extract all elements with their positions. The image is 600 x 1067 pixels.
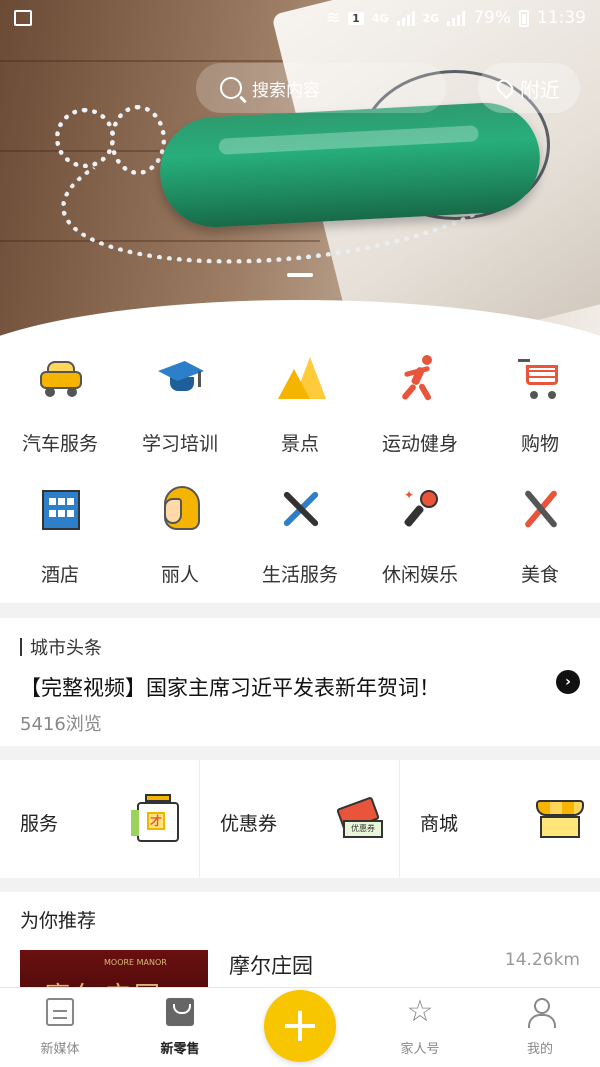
shop-icon xyxy=(534,794,586,846)
clock: 11:39 xyxy=(537,8,586,28)
place-name[interactable]: 摩尔庄园 xyxy=(229,950,313,980)
view-count: 5416浏览 xyxy=(20,714,102,735)
category-attractions[interactable]: 景点 xyxy=(240,345,360,465)
shortcut-label: 服务 xyxy=(20,813,59,835)
mountain-icon xyxy=(278,355,326,401)
user-icon xyxy=(526,998,556,1028)
place-distance: 14.26km xyxy=(504,950,580,970)
nearby-label: 附近 xyxy=(520,77,560,102)
microphone-icon: ✦ xyxy=(398,486,444,532)
sim-badge: 1 xyxy=(348,11,364,25)
category-shopping[interactable]: 购物 xyxy=(480,345,600,465)
coupon-icon: 优惠券 xyxy=(333,794,385,846)
network-type-2: 2G xyxy=(422,11,440,25)
category-label: 学习培训 xyxy=(141,433,218,455)
pendant-loop xyxy=(55,108,115,168)
tab-new-media[interactable]: 新媒体 xyxy=(0,988,120,1067)
category-fitness[interactable]: 运动健身 xyxy=(360,345,480,465)
gallery-notification-icon xyxy=(14,10,32,26)
car-icon xyxy=(38,355,84,401)
category-label: 生活服务 xyxy=(261,564,338,586)
tab-mine[interactable]: 我的 xyxy=(480,988,600,1067)
battery-icon xyxy=(519,9,529,27)
carousel-indicator[interactable] xyxy=(287,273,313,277)
tab-label: 我的 xyxy=(526,1042,553,1057)
tab-label: 新媒体 xyxy=(40,1042,80,1057)
network-type: 4G xyxy=(371,11,389,25)
category-label: 酒店 xyxy=(40,564,79,586)
graduation-cap-icon xyxy=(158,355,204,401)
section-title: 城市头条 xyxy=(20,634,102,660)
location-pin-icon xyxy=(493,76,517,100)
add-button[interactable]: + xyxy=(264,990,336,1062)
pendant-loop xyxy=(110,105,166,175)
jade-pendant-image xyxy=(157,100,543,230)
shopping-bag-icon xyxy=(166,998,194,1026)
woman-profile-icon xyxy=(158,486,204,532)
shortcut-coupon[interactable]: 优惠券 优惠券 xyxy=(200,760,400,878)
category-label: 美食 xyxy=(520,564,559,586)
hotel-building-icon xyxy=(38,486,84,532)
category-grid: 汽车服务 学习培训 景点 运动健身 购物 酒店 丽人 生活服务 ✦ 休闲娱乐 美… xyxy=(0,345,600,603)
search-bar[interactable]: 搜索内容 xyxy=(196,63,446,113)
category-label: 购物 xyxy=(520,433,559,455)
category-label: 景点 xyxy=(280,433,319,455)
tab-label: 家人号 xyxy=(400,1042,440,1057)
section-title: 为你推荐 xyxy=(20,910,97,932)
app-screen: ≋ 1 4G 2G 79% 11:39 搜索内容 附近 汽车服务 学习培训 景点… xyxy=(0,0,600,1067)
category-beauty[interactable]: 丽人 xyxy=(120,476,240,596)
runner-icon xyxy=(398,355,444,402)
shortcut-service[interactable]: 服务 才 xyxy=(0,760,200,878)
news-headline[interactable]: 【完整视频】国家主席习近平发表新年贺词！ xyxy=(20,672,440,702)
star-icon: ☆ xyxy=(406,994,434,1029)
category-label: 丽人 xyxy=(160,564,199,586)
category-education[interactable]: 学习培训 xyxy=(120,345,240,465)
wifi-icon: ≋ xyxy=(325,8,341,28)
category-entertainment[interactable]: ✦ 休闲娱乐 xyxy=(360,476,480,596)
jar-icon: 才 xyxy=(131,794,185,846)
tab-family[interactable]: ☆ 家人号 xyxy=(360,988,480,1067)
list-doc-icon xyxy=(46,998,74,1026)
category-life-service[interactable]: 生活服务 xyxy=(240,476,360,596)
category-car-service[interactable]: 汽车服务 xyxy=(0,345,120,465)
shortcut-mall[interactable]: 商城 xyxy=(400,760,600,878)
category-label: 休闲娱乐 xyxy=(381,564,458,586)
hero-banner[interactable] xyxy=(0,0,600,345)
tools-icon xyxy=(278,486,324,532)
category-label: 汽车服务 xyxy=(21,433,98,455)
search-placeholder: 搜索内容 xyxy=(252,80,320,101)
tab-new-retail[interactable]: 新零售 xyxy=(120,988,240,1067)
category-food[interactable]: 美食 xyxy=(480,476,600,596)
category-hotel[interactable]: 酒店 xyxy=(0,476,120,596)
tab-label: 新零售 xyxy=(160,1042,200,1057)
category-label: 运动健身 xyxy=(381,433,458,455)
status-bar: ≋ 1 4G 2G 79% 11:39 xyxy=(0,0,600,36)
city-news-card[interactable]: 城市头条 【完整视频】国家主席习近平发表新年贺词！ › 5416浏览 xyxy=(0,618,600,746)
battery-percent: 79% xyxy=(473,8,511,28)
signal-icon-2 xyxy=(447,10,466,26)
signal-icon xyxy=(396,10,415,26)
shortcut-label: 优惠券 xyxy=(220,813,278,835)
fork-knife-icon xyxy=(518,486,564,532)
shortcut-label: 商城 xyxy=(420,813,459,835)
nearby-button[interactable]: 附近 xyxy=(478,63,580,113)
shopping-cart-icon xyxy=(518,355,564,401)
search-icon xyxy=(220,77,242,99)
shortcut-row: 服务 才 优惠券 优惠券 商城 xyxy=(0,760,600,878)
chevron-right-icon[interactable]: › xyxy=(556,670,580,694)
wood-grain xyxy=(0,60,300,62)
